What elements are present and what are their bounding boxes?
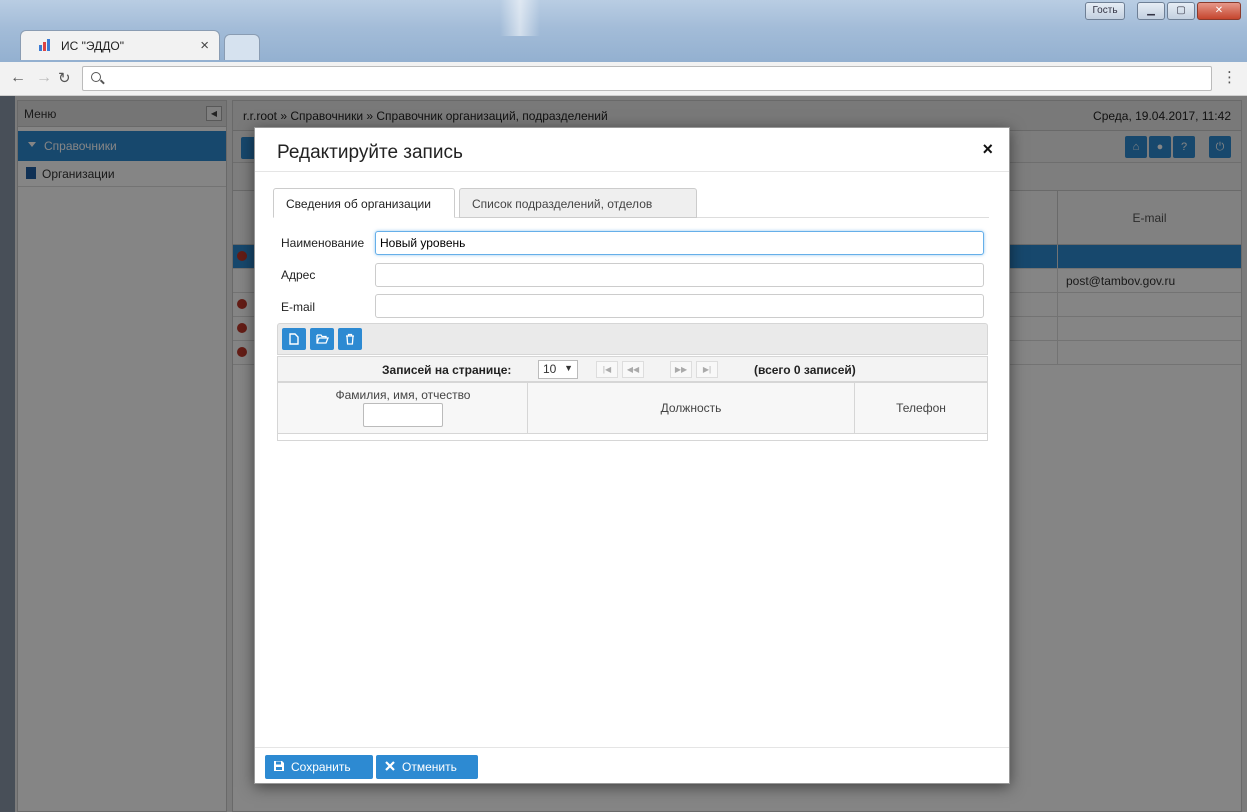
browser-tab[interactable]: ИС "ЭДДО" × <box>20 30 220 60</box>
close-icon[interactable]: × <box>982 139 993 160</box>
edit-record-dialog: Редактируйте запись × Сведения об органи… <box>254 127 1010 784</box>
tab-organization-info[interactable]: Сведения об организации <box>273 188 455 218</box>
tab-departments-list[interactable]: Список подразделений, отделов <box>459 188 697 218</box>
window-controls: Гость ▁ ▢ ✕ <box>1085 2 1241 20</box>
tab-close-icon[interactable]: × <box>200 37 209 54</box>
column-position[interactable]: Должность <box>528 383 855 433</box>
column-full-name-label: Фамилия, имя, отчество <box>335 388 471 402</box>
search-icon <box>91 72 101 82</box>
browser-tab-title: ИС "ЭДДО" <box>61 39 124 53</box>
column-phone[interactable]: Телефон <box>855 383 988 433</box>
reload-icon[interactable]: ↻ <box>58 69 71 87</box>
email-input[interactable] <box>375 294 984 318</box>
next-page-icon[interactable]: ▶▶ <box>670 361 692 378</box>
floppy-disk-icon <box>274 761 284 771</box>
last-page-icon[interactable]: ▶| <box>696 361 718 378</box>
trash-icon <box>346 333 354 345</box>
app-favicon-icon <box>39 39 50 51</box>
back-arrow-icon[interactable]: ← <box>10 69 26 87</box>
employees-toolbar <box>277 323 988 355</box>
dialog-title: Редактируйте запись <box>277 142 463 163</box>
window-close-icon[interactable]: ✕ <box>1197 2 1241 20</box>
save-button[interactable]: Сохранить <box>265 755 373 779</box>
dialog-footer: Сохранить Отменить <box>255 747 1009 784</box>
new-tab-button[interactable] <box>224 34 260 60</box>
name-label: Наименование <box>281 236 365 250</box>
forward-arrow-icon[interactable]: → <box>36 69 52 87</box>
minimize-icon[interactable]: ▁ <box>1137 2 1165 20</box>
browser-menu-icon[interactable]: ⋮ <box>1222 68 1237 86</box>
dialog-header: Редактируйте запись × <box>255 128 1009 172</box>
maximize-icon[interactable]: ▢ <box>1167 2 1195 20</box>
email-label: E-mail <box>281 300 316 314</box>
guest-profile-button[interactable]: Гость <box>1085 2 1125 20</box>
pager: Записей на странице: 10 ▼ |◀ ◀◀ ▶▶ ▶| (в… <box>277 356 988 382</box>
employees-table: Фамилия, имя, отчество Должность Телефон <box>277 382 988 441</box>
save-button-label: Сохранить <box>291 760 351 774</box>
page-size-select[interactable]: 10 ▼ <box>538 360 578 379</box>
delete-record-button[interactable] <box>338 328 362 350</box>
previous-page-icon[interactable]: ◀◀ <box>622 361 644 378</box>
cancel-button-label: Отменить <box>402 760 457 774</box>
browser-toolbar: ← → ↻ ⋮ <box>0 62 1247 96</box>
folder-open-icon <box>316 334 329 344</box>
browser-titlebar: ИС "ЭДДО" × Гость ▁ ▢ ✕ <box>0 0 1247 62</box>
dialog-tabs: Сведения об организации Список подраздел… <box>273 188 989 218</box>
table-divider <box>278 433 987 434</box>
address-input[interactable] <box>375 263 984 287</box>
records-per-page-label: Записей на странице: <box>382 363 512 377</box>
full-name-filter-input[interactable] <box>363 403 443 427</box>
column-full-name[interactable]: Фамилия, имя, отчество <box>278 383 528 433</box>
file-icon <box>289 333 299 345</box>
url-input[interactable] <box>109 70 1199 87</box>
cross-icon <box>385 761 395 771</box>
cancel-button[interactable]: Отменить <box>376 755 478 779</box>
open-record-button[interactable] <box>310 328 334 350</box>
address-bar[interactable] <box>82 66 1212 91</box>
first-page-icon[interactable]: |◀ <box>596 361 618 378</box>
name-input[interactable] <box>375 231 984 255</box>
address-label: Адрес <box>281 268 316 282</box>
titlebar-glow <box>500 0 540 36</box>
chevron-down-icon: ▼ <box>564 363 573 373</box>
page-size-value: 10 <box>543 362 557 376</box>
new-record-button[interactable] <box>282 328 306 350</box>
total-records: (всего 0 записей) <box>754 363 856 377</box>
